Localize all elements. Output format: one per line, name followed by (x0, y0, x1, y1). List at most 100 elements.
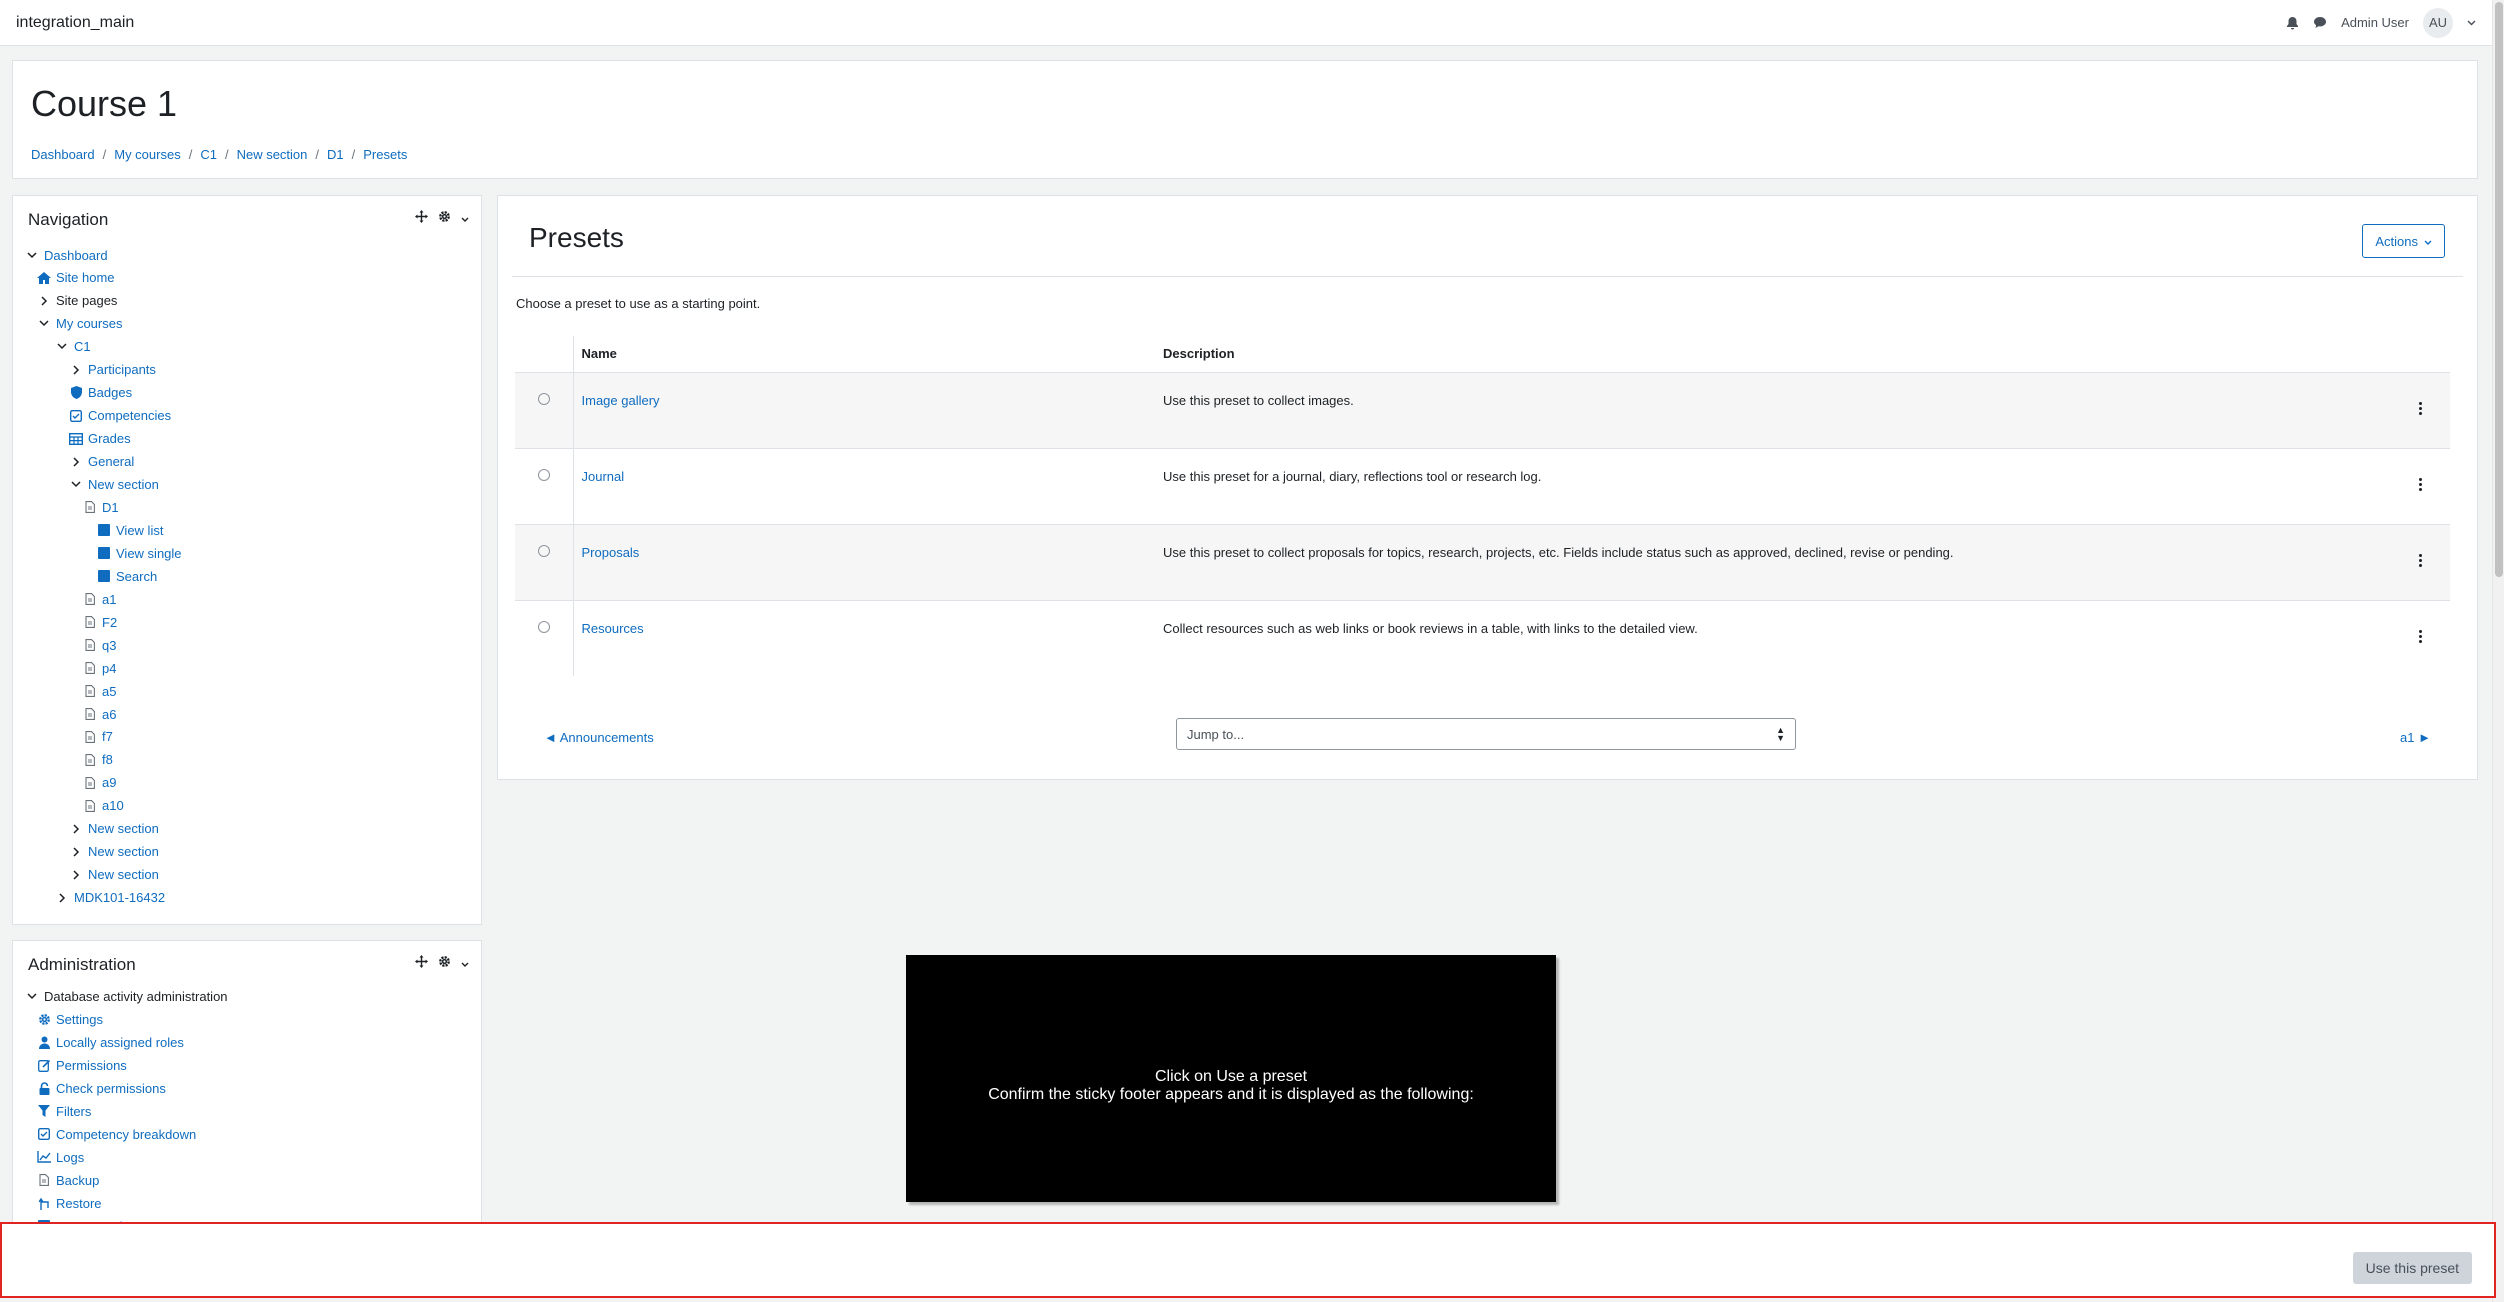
tree-item-label[interactable]: MDK101-16432 (74, 890, 165, 905)
tree-item-label[interactable]: New section (88, 477, 159, 492)
tree-item-label[interactable]: Participants (88, 362, 156, 377)
tree-item[interactable]: a9 (83, 773, 116, 793)
preset-radio[interactable] (537, 392, 550, 405)
previous-activity-link[interactable]: ◄ Announcements (544, 730, 654, 745)
tree-item-label[interactable]: a1 (102, 592, 116, 607)
tree-item[interactable]: MDK101-16432 (55, 888, 165, 908)
bell-icon[interactable] (2286, 16, 2299, 30)
move-icon[interactable] (415, 210, 428, 228)
kebab-menu-icon[interactable] (2418, 629, 2422, 643)
preset-name-link[interactable]: Journal (582, 469, 625, 484)
tree-item-label[interactable]: Backup (56, 1173, 99, 1188)
tree-item[interactable]: Locally assigned roles (37, 1032, 184, 1052)
tree-item-label[interactable]: Permissions (56, 1058, 127, 1073)
tree-item[interactable]: Dashboard (25, 245, 108, 265)
gear-icon[interactable] (438, 955, 451, 973)
breadcrumb-item[interactable]: Presets (363, 147, 407, 162)
tree-item-label[interactable]: a5 (102, 684, 116, 699)
tree-item[interactable]: New section (69, 475, 159, 495)
tree-item[interactable]: f7 (83, 727, 113, 747)
tree-item[interactable]: a1 (83, 589, 116, 609)
tree-item[interactable]: a10 (83, 796, 124, 816)
tree-item[interactable]: Competencies (69, 406, 171, 426)
tree-item[interactable]: a5 (83, 681, 116, 701)
tree-item[interactable]: Logs (37, 1147, 84, 1167)
tree-item[interactable]: New section (69, 865, 159, 885)
tree-item-label[interactable]: D1 (102, 500, 119, 515)
tree-item-label[interactable]: Site home (56, 270, 115, 285)
tree-item-label[interactable]: C1 (74, 339, 91, 354)
tree-item[interactable]: C1 (55, 337, 91, 357)
tree-item[interactable]: Check permissions (37, 1078, 166, 1098)
tree-item[interactable]: Settings (37, 1009, 103, 1029)
tree-item-label[interactable]: Check permissions (56, 1081, 166, 1096)
actions-button[interactable]: Actions (2362, 224, 2445, 258)
kebab-menu-icon[interactable] (2418, 401, 2422, 415)
breadcrumb-item[interactable]: My courses (114, 147, 180, 162)
tree-item-label[interactable]: a10 (102, 798, 124, 813)
tree-item-label[interactable]: f7 (102, 729, 113, 744)
tree-item[interactable]: Backup (37, 1170, 99, 1190)
breadcrumb-item[interactable]: D1 (327, 147, 344, 162)
tree-item-label[interactable]: Competencies (88, 408, 171, 423)
tree-item[interactable]: F2 (83, 612, 117, 632)
tree-item[interactable]: View single (97, 543, 182, 563)
tree-item-label[interactable]: p4 (102, 661, 116, 676)
breadcrumb-item[interactable]: New section (237, 147, 308, 162)
tree-item[interactable]: p4 (83, 658, 116, 678)
kebab-menu-icon[interactable] (2418, 553, 2422, 567)
tree-item[interactable]: Badges (69, 383, 132, 403)
tree-item[interactable]: Filters (37, 1101, 91, 1121)
tree-item-label[interactable]: Competency breakdown (56, 1127, 196, 1142)
tree-item-label[interactable]: Locally assigned roles (56, 1035, 184, 1050)
tree-item[interactable]: a6 (83, 704, 116, 724)
tree-item-label[interactable]: New section (88, 867, 159, 882)
tree-item-label[interactable]: View single (116, 546, 182, 561)
breadcrumb-item[interactable]: Dashboard (31, 147, 95, 162)
tree-item-label[interactable]: a9 (102, 775, 116, 790)
preset-name-link[interactable]: Proposals (582, 545, 640, 560)
tree-item-label[interactable]: Search (116, 569, 157, 584)
tree-item-label[interactable]: Logs (56, 1150, 84, 1165)
tree-item[interactable]: Site pages (37, 291, 117, 311)
tree-item-label[interactable]: a6 (102, 707, 116, 722)
tree-item-label[interactable]: F2 (102, 615, 117, 630)
gear-icon[interactable] (438, 210, 451, 228)
use-preset-button[interactable]: Use this preset (2352, 1252, 2472, 1284)
tree-item[interactable]: Site home (37, 268, 115, 288)
preset-radio[interactable] (537, 468, 550, 481)
chevron-down-icon[interactable] (2467, 20, 2476, 26)
page-scrollbar[interactable] (2492, 0, 2504, 1302)
preset-name-link[interactable]: Resources (582, 621, 644, 636)
tree-item[interactable]: Database activity administration (25, 986, 228, 1006)
tree-item-label[interactable]: New section (88, 844, 159, 859)
tree-item[interactable]: Restore (37, 1193, 102, 1213)
tree-item[interactable]: f8 (83, 750, 113, 770)
preset-radio[interactable] (537, 544, 550, 557)
user-name[interactable]: Admin User (2341, 15, 2409, 30)
jump-to-select[interactable]: Jump to... ▲ ▼ (1176, 718, 1796, 750)
next-activity-link[interactable]: a1 ► (2400, 730, 2431, 745)
tree-item-label[interactable]: Badges (88, 385, 132, 400)
tree-item[interactable]: Competency breakdown (37, 1124, 196, 1144)
tree-item[interactable]: View list (97, 520, 163, 540)
move-icon[interactable] (415, 955, 428, 973)
tree-item[interactable]: Search (97, 566, 157, 586)
tree-item[interactable]: New section (69, 819, 159, 839)
tree-item[interactable]: Grades (69, 429, 131, 449)
kebab-menu-icon[interactable] (2418, 477, 2422, 491)
tree-item[interactable]: My courses (37, 314, 122, 334)
tree-item[interactable]: D1 (83, 497, 119, 517)
tree-item[interactable]: New section (69, 842, 159, 862)
tree-item[interactable]: Participants (69, 360, 156, 380)
site-name[interactable]: integration_main (16, 14, 134, 32)
tree-item-label[interactable]: q3 (102, 638, 116, 653)
tree-item[interactable]: Permissions (37, 1055, 127, 1075)
tree-item-label[interactable]: General (88, 454, 134, 469)
tree-item-label[interactable]: Dashboard (44, 248, 108, 263)
tree-item-label[interactable]: Settings (56, 1012, 103, 1027)
tree-item[interactable]: q3 (83, 635, 116, 655)
tree-item-label[interactable]: Restore (56, 1196, 102, 1211)
tree-item-label[interactable]: Grades (88, 431, 131, 446)
tree-item[interactable]: General (69, 452, 134, 472)
